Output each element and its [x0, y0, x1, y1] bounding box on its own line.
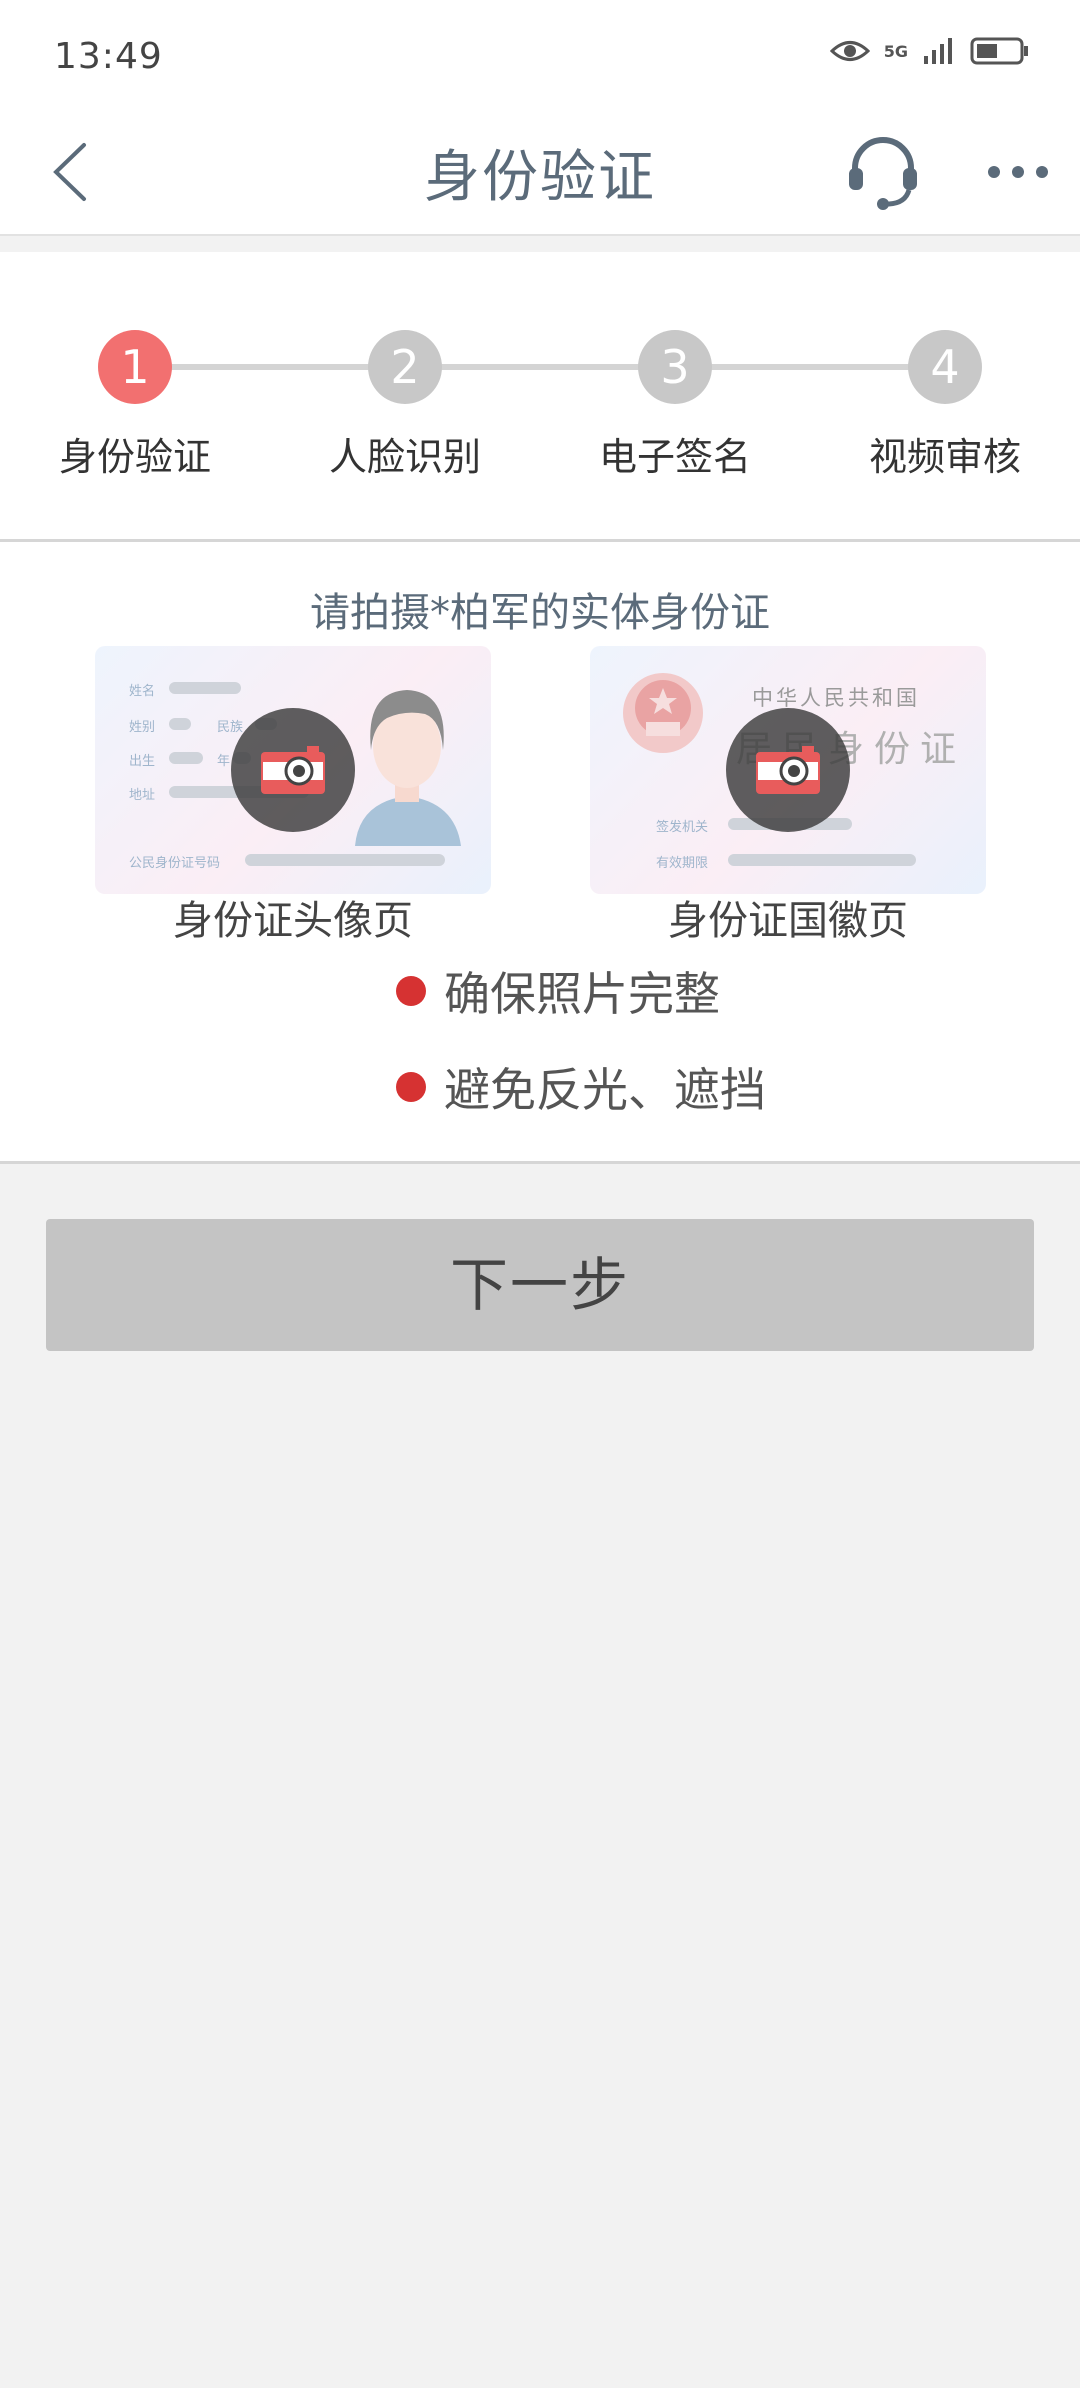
step-connector: [405, 364, 675, 370]
step-1-circle: 1: [98, 330, 172, 404]
id-back-card[interactable]: 中华人民共和国 居民身份证 签发机关 有效期限: [590, 646, 986, 894]
national-emblem-icon: [623, 673, 703, 753]
bullet-dot-icon: [396, 976, 426, 1006]
capture-prompt: 请拍摄*柏军的实体身份证: [310, 590, 770, 636]
title-bar: 身份验证: [0, 110, 1080, 236]
field-label: 姓别: [129, 720, 156, 735]
tip-item: 避免反光、遮挡: [396, 1054, 766, 1120]
field-label: 有效期限: [656, 856, 709, 871]
camera-icon: [756, 746, 820, 794]
step-3-label: 电子签名: [598, 435, 751, 479]
step-2-label: 人脸识别: [328, 435, 481, 479]
status-bar: 13:49 5G: [0, 0, 1080, 110]
camera-icon: [261, 746, 325, 794]
id-back-heading-top: 中华人民共和国: [752, 686, 920, 710]
id-front-caption: 身份证头像页: [173, 898, 413, 944]
field-placeholder: [169, 752, 203, 764]
battery-icon: [970, 37, 1028, 65]
field-label: 公民身份证号码: [129, 856, 221, 871]
step-3-circle: 3: [638, 330, 712, 404]
eye-icon: [829, 41, 870, 61]
portrait-silhouette-icon: [355, 690, 461, 846]
field-label: 民族: [217, 720, 244, 735]
field-label: 地址: [129, 788, 156, 803]
camera-button-front[interactable]: [231, 708, 355, 832]
more-dots-icon: [988, 166, 1048, 178]
field-label: 签发机关: [656, 820, 709, 835]
tip-item: 确保照片完整: [396, 958, 720, 1024]
step-indicator: 1 2 3 4 身份验证 人脸识别 电子签名 视频审核: [0, 252, 1080, 542]
field-label: 年: [217, 754, 231, 769]
status-time: 13:49: [54, 36, 163, 77]
more-button[interactable]: [978, 140, 1058, 204]
signal-icon: [924, 38, 952, 64]
customer-service-button[interactable]: [838, 124, 928, 220]
step-4-circle: 4: [908, 330, 982, 404]
field-placeholder: [169, 682, 241, 694]
divider-band: [0, 236, 1080, 252]
field-label: 姓名: [129, 684, 156, 699]
camera-button-back[interactable]: [726, 708, 850, 832]
step-connector: [675, 364, 945, 370]
field-label: 出生: [129, 754, 156, 769]
tip-text: 确保照片完整: [444, 967, 720, 1021]
headset-icon: [849, 137, 917, 210]
id-capture-section: 请拍摄*柏军的实体身份证 姓名 姓别 民族 出生 年 地址 公民身份证号码 身份…: [0, 542, 1080, 1164]
field-placeholder: [245, 854, 445, 866]
id-front-card[interactable]: 姓名 姓别 民族 出生 年 地址 公民身份证号码: [95, 646, 491, 894]
step-4-label: 视频审核: [868, 435, 1021, 479]
field-placeholder: [728, 854, 916, 866]
step-connector: [135, 364, 405, 370]
field-placeholder: [169, 718, 191, 730]
status-icons: 5G: [829, 36, 1030, 66]
step-1-label: 身份验证: [58, 435, 211, 479]
next-step-button[interactable]: 下一步: [46, 1219, 1034, 1351]
network-label: 5G: [883, 41, 908, 61]
id-back-caption: 身份证国徽页: [668, 898, 908, 944]
tip-text: 避免反光、遮挡: [444, 1063, 766, 1117]
bullet-dot-icon: [396, 1072, 426, 1102]
step-2-circle: 2: [368, 330, 442, 404]
